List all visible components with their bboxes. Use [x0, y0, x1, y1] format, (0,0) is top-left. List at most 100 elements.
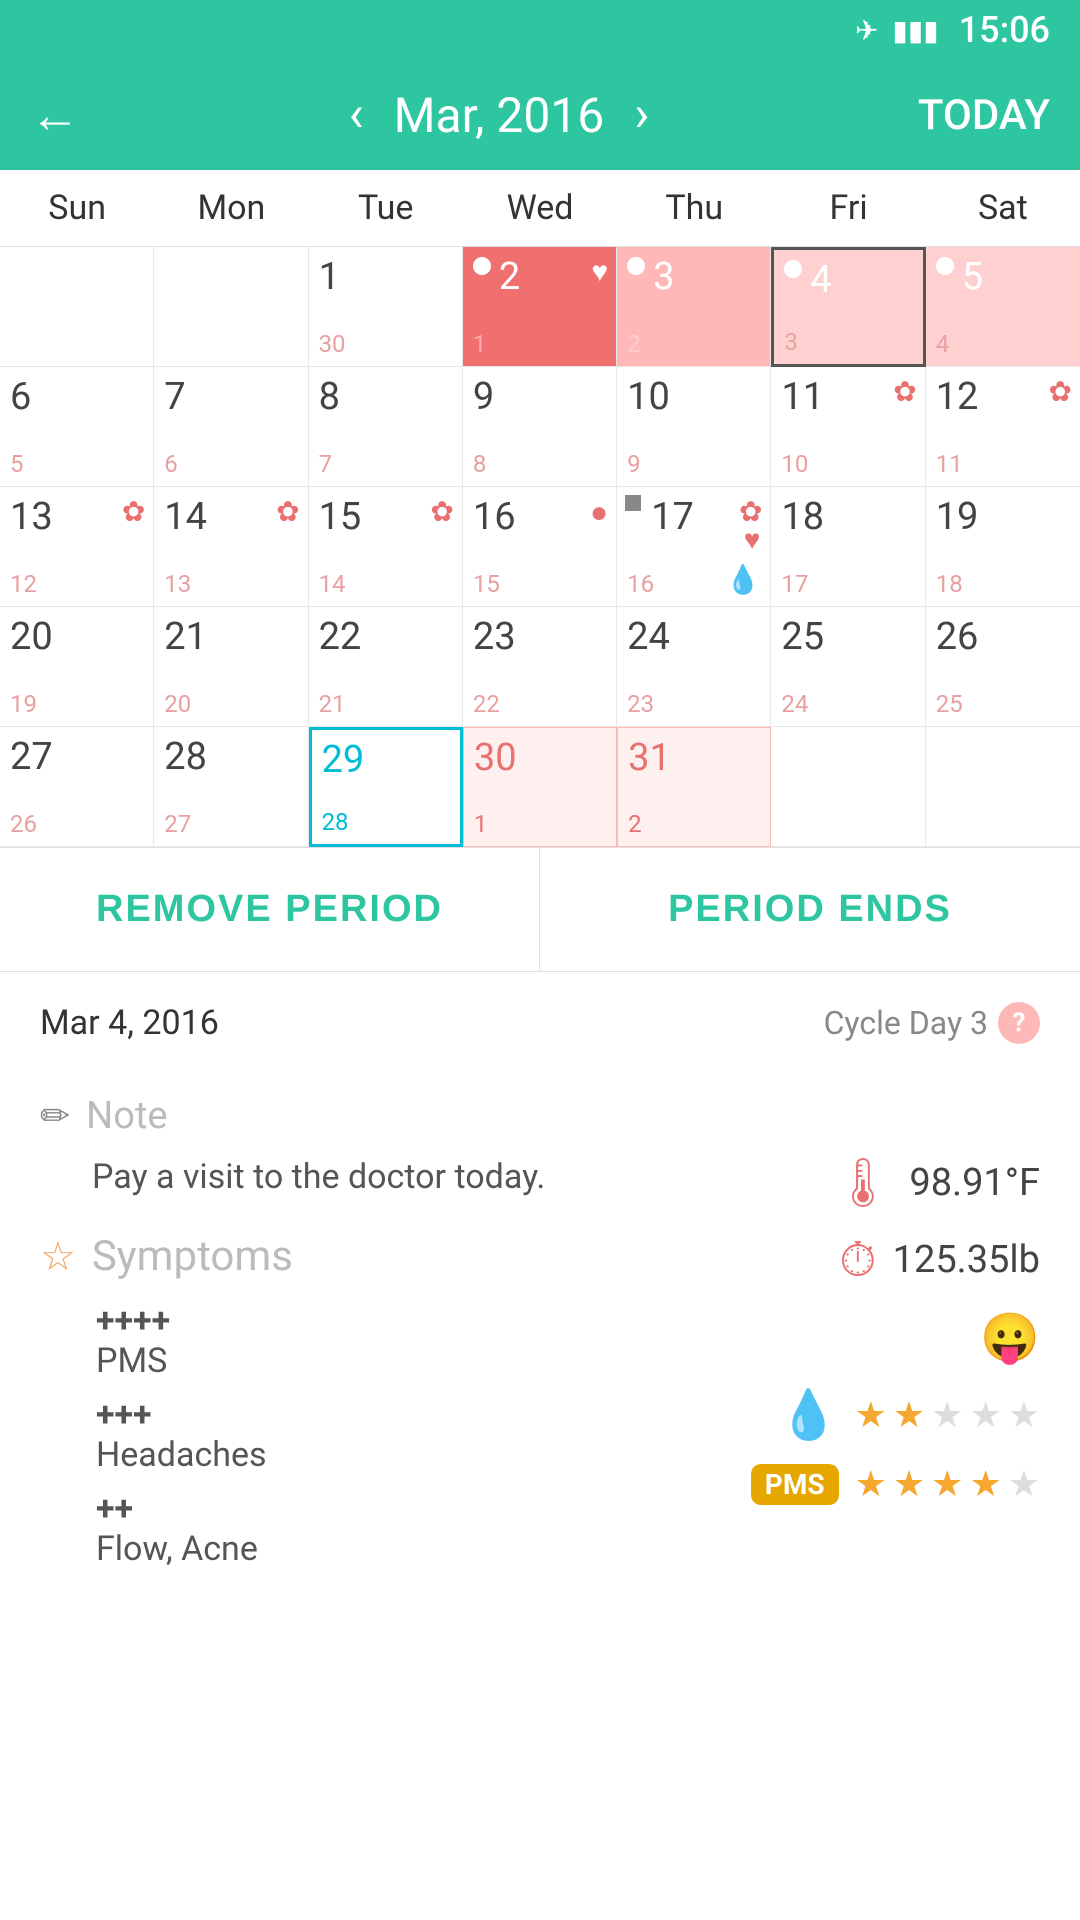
table-row[interactable]: 27 26	[0, 727, 154, 847]
symptoms-label: Symptoms	[92, 1232, 293, 1281]
list-item: ++ Flow, Acne	[96, 1489, 690, 1569]
table-row[interactable]	[154, 247, 308, 367]
table-row	[926, 727, 1080, 847]
month-title: Mar, 2016	[394, 87, 605, 144]
table-row[interactable]: 14 ✿ 13	[154, 487, 308, 607]
thermometer-icon: 🌡	[832, 1154, 893, 1211]
table-row	[771, 727, 925, 847]
flower-icon: ✿	[430, 495, 453, 528]
calendar-grid: 1 30 2 ♥ 1 3 2 4 3 5 4 6 5 7	[0, 247, 1080, 847]
table-row[interactable]: 21 20	[154, 607, 308, 727]
action-buttons: REMOVE PERIOD PERIOD ENDS	[0, 848, 1080, 972]
table-row[interactable]: 12 ✿ 11	[926, 367, 1080, 487]
back-button[interactable]: ←	[30, 86, 80, 145]
table-row[interactable]: 3 2	[617, 247, 771, 367]
note-text: Pay a visit to the doctor today.	[92, 1157, 545, 1197]
symptoms-header: ☆ Symptoms	[40, 1232, 690, 1281]
headache-stars-row: PMS ★ ★ ★ ★ ★	[720, 1463, 1040, 1505]
table-row[interactable]: 10 9	[617, 367, 771, 487]
note-pencil-icon: ✏	[40, 1095, 70, 1137]
status-time: 15:06	[959, 9, 1050, 51]
table-row[interactable]	[0, 247, 154, 367]
table-row[interactable]: 8 7	[309, 367, 463, 487]
table-row[interactable]: 20 19	[0, 607, 154, 727]
table-row[interactable]: 28 27	[154, 727, 308, 847]
cycle-day-help-icon[interactable]: ?	[998, 1002, 1040, 1044]
table-row[interactable]: 9 8	[463, 367, 617, 487]
cycle-day-text: Cycle Day 3	[824, 1004, 988, 1042]
table-row[interactable]: 18 17	[771, 487, 925, 607]
mood-row: 😛	[720, 1309, 1040, 1366]
table-row[interactable]: 11 ✿ 10	[771, 367, 925, 487]
heart-pink-icon: ♥	[744, 523, 761, 556]
detail-left: ✏ Note Pay a visit to the doctor today. …	[40, 1074, 690, 1583]
day-header-sun: Sun	[0, 170, 154, 246]
list-item: +++ Headaches	[96, 1395, 690, 1475]
pms-badge: PMS	[751, 1464, 839, 1505]
table-row[interactable]: 30 1	[463, 727, 617, 847]
detail-header: Mar 4, 2016 Cycle Day 3 ?	[40, 1002, 1040, 1044]
status-icons: ✈ ▮▮▮	[855, 14, 939, 47]
table-row[interactable]: 16 ● 15	[463, 487, 617, 607]
detail-section: Mar 4, 2016 Cycle Day 3 ? ✏ Note Pay a v…	[0, 972, 1080, 1613]
table-row[interactable]: 22 21	[309, 607, 463, 727]
symptom-name: Headaches	[96, 1435, 690, 1475]
day-header-wed: Wed	[463, 170, 617, 246]
table-row[interactable]: 25 24	[771, 607, 925, 727]
header: ← ‹ Mar, 2016 › TODAY	[0, 60, 1080, 170]
drop-icon: 💧	[726, 563, 761, 596]
drop-icon: 💧	[779, 1386, 839, 1443]
table-row[interactable]: 4 3	[771, 247, 925, 367]
table-row[interactable]: 7 6	[154, 367, 308, 487]
dot-pink-icon: ●	[590, 495, 608, 530]
note-header: ✏ Note	[40, 1094, 690, 1138]
day-header-mon: Mon	[154, 170, 308, 246]
table-row[interactable]: 17 ✿ ♥ 💧 16	[617, 487, 771, 607]
day-header-tue: Tue	[309, 170, 463, 246]
weight-row: ⏱ 125.35lb	[720, 1231, 1040, 1289]
flower-icon: ✿	[276, 495, 299, 528]
list-item: ++++ PMS	[96, 1301, 690, 1381]
symptoms-section: ☆ Symptoms ++++ PMS +++ Headaches ++ Flo…	[40, 1232, 690, 1569]
mood-emoji: 😛	[980, 1309, 1040, 1366]
table-row[interactable]: 13 ✿ 12	[0, 487, 154, 607]
day-header-fri: Fri	[771, 170, 925, 246]
symptom-name: Flow, Acne	[96, 1529, 690, 1569]
cycle-day: Cycle Day 3 ?	[824, 1002, 1040, 1044]
dot-icon	[784, 260, 802, 278]
star-2: ★	[893, 1463, 925, 1505]
dot-icon	[473, 257, 491, 275]
next-month-button[interactable]: ›	[634, 86, 649, 144]
star-icon: ☆	[40, 1233, 76, 1280]
table-row[interactable]: 6 5	[0, 367, 154, 487]
table-row[interactable]: 15 ✿ 14	[309, 487, 463, 607]
table-row[interactable]: 31 2	[617, 727, 771, 847]
weight-icon: ⏱	[839, 1231, 876, 1289]
star-empty-3: ★	[931, 1394, 963, 1436]
detail-date: Mar 4, 2016	[40, 1003, 219, 1043]
star-2: ★	[893, 1394, 925, 1436]
note-section: ✏ Note Pay a visit to the doctor today.	[40, 1094, 690, 1202]
table-row[interactable]: 29 28	[309, 727, 463, 847]
remove-period-button[interactable]: REMOVE PERIOD	[0, 848, 540, 971]
prev-month-button[interactable]: ‹	[349, 86, 364, 144]
heart-icon: ♥	[592, 255, 609, 288]
table-row[interactable]: 2 ♥ 1	[463, 247, 617, 367]
day-headers: Sun Mon Tue Wed Thu Fri Sat	[0, 170, 1080, 247]
flower-icon: ✿	[893, 375, 916, 408]
star-empty-5: ★	[1008, 1394, 1040, 1436]
table-row[interactable]: 24 23	[617, 607, 771, 727]
star-4: ★	[969, 1463, 1001, 1505]
month-navigation: ‹ Mar, 2016 ›	[349, 86, 650, 144]
table-row[interactable]: 1 30	[309, 247, 463, 367]
period-ends-button[interactable]: PERIOD ENDS	[540, 848, 1080, 971]
table-row[interactable]: 26 25	[926, 607, 1080, 727]
temperature-value: 98.91°F	[909, 1161, 1040, 1205]
detail-content: ✏ Note Pay a visit to the doctor today. …	[40, 1074, 1040, 1583]
table-row[interactable]: 23 22	[463, 607, 617, 727]
table-row[interactable]: 19 18	[926, 487, 1080, 607]
table-row[interactable]: 5 4	[926, 247, 1080, 367]
airplane-icon: ✈	[855, 14, 878, 47]
today-button[interactable]: TODAY	[918, 91, 1050, 140]
flower-icon: ✿	[122, 495, 145, 528]
